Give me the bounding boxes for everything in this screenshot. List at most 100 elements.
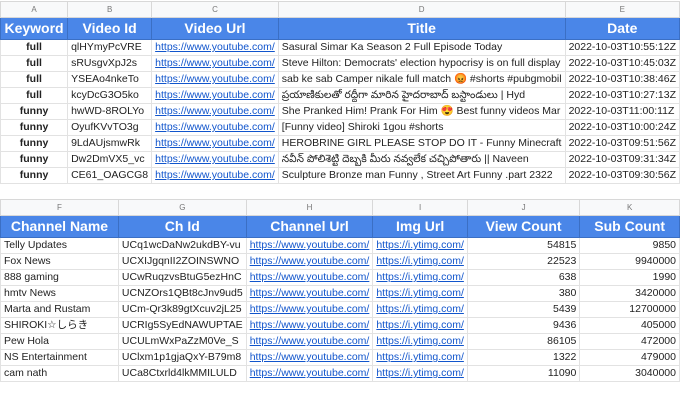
cell[interactable]: https://www.youtube.com/: [245, 365, 374, 382]
cell[interactable]: 888 gaming: [0, 269, 119, 286]
header-cell[interactable]: Keyword: [0, 17, 69, 40]
header-cell[interactable]: Video Id: [67, 17, 153, 40]
cell[interactable]: Steve Hilton: Democrats' election hypocr…: [277, 55, 566, 72]
cell[interactable]: Telly Updates: [0, 237, 119, 254]
cell[interactable]: https://www.youtube.com/: [151, 167, 279, 184]
cell[interactable]: funny: [0, 151, 69, 168]
cell[interactable]: https://www.youtube.com/: [245, 333, 374, 350]
cell[interactable]: Sculpture Bronze man Funny , Street Art …: [277, 167, 566, 184]
cell[interactable]: https://www.youtube.com/: [151, 151, 279, 168]
cell[interactable]: https://i.ytimg.com/: [372, 301, 468, 318]
cell[interactable]: https://www.youtube.com/: [151, 39, 279, 56]
cell[interactable]: 11090: [466, 365, 581, 382]
header-cell[interactable]: Img Url: [372, 215, 468, 238]
cell[interactable]: HEROBRINE GIRL PLEASE STOP DO IT - Funny…: [277, 135, 566, 152]
cell[interactable]: https://i.ytimg.com/: [372, 333, 468, 350]
header-cell[interactable]: View Count: [466, 215, 581, 238]
cell[interactable]: https://www.youtube.com/: [151, 55, 279, 72]
cell[interactable]: https://www.youtube.com/: [151, 87, 279, 104]
cell[interactable]: 86105: [466, 333, 581, 350]
cell[interactable]: 9436: [466, 317, 581, 334]
cell[interactable]: OyufKVvTO3g: [67, 119, 153, 136]
cell[interactable]: https://i.ytimg.com/: [372, 237, 468, 254]
cell[interactable]: YSEAo4nkeTo: [67, 71, 153, 88]
cell[interactable]: She Pranked Him! Prank For Him 😍 Best fu…: [277, 103, 566, 120]
cell[interactable]: NS Entertainment: [0, 349, 119, 366]
cell[interactable]: 1990: [579, 269, 680, 286]
cell[interactable]: https://www.youtube.com/: [245, 237, 374, 254]
cell[interactable]: https://i.ytimg.com/: [372, 269, 468, 286]
column-header-b[interactable]: B: [67, 1, 153, 18]
cell[interactable]: kcyDcG3O5ko: [67, 87, 153, 104]
cell[interactable]: funny: [0, 167, 69, 184]
cell[interactable]: sRUsgvXpJ2s: [67, 55, 153, 72]
cell[interactable]: UCq1wcDaNw2ukdBY-vu: [117, 237, 247, 254]
cell[interactable]: UCULmWxPaZzM0Ve_S: [117, 333, 247, 350]
cell[interactable]: 5439: [466, 301, 581, 318]
cell[interactable]: 9LdAUjsmwRk: [67, 135, 153, 152]
cell[interactable]: sab ke sab Camper nikale full match 😡 #s…: [277, 71, 566, 88]
cell[interactable]: funny: [0, 119, 69, 136]
cell[interactable]: Marta and Rustam: [0, 301, 119, 318]
column-header-g[interactable]: G: [117, 199, 247, 216]
cell[interactable]: full: [0, 55, 69, 72]
header-cell[interactable]: Ch Id: [117, 215, 247, 238]
cell[interactable]: UCXIJgqnII2ZOINSWNO: [117, 253, 247, 270]
cell[interactable]: https://i.ytimg.com/: [372, 349, 468, 366]
cell[interactable]: Sasural Simar Ka Season 2 Full Episode T…: [277, 39, 566, 56]
cell[interactable]: Pew Hola: [0, 333, 119, 350]
cell[interactable]: https://www.youtube.com/: [245, 253, 374, 270]
column-header-a[interactable]: A: [0, 1, 69, 18]
cell[interactable]: [Funny video] Shiroki 1gou #shorts: [277, 119, 566, 136]
cell[interactable]: 638: [466, 269, 581, 286]
cell[interactable]: cam nath: [0, 365, 119, 382]
cell[interactable]: https://www.youtube.com/: [245, 301, 374, 318]
cell[interactable]: https://www.youtube.com/: [151, 135, 279, 152]
cell[interactable]: 2022-10-03T09:51:56Z: [564, 135, 680, 152]
cell[interactable]: 9940000: [579, 253, 680, 270]
cell[interactable]: hmtv News: [0, 285, 119, 302]
cell[interactable]: 2022-10-03T09:30:56Z: [564, 167, 680, 184]
cell[interactable]: https://www.youtube.com/: [245, 269, 374, 286]
header-cell[interactable]: Title: [277, 17, 566, 40]
column-header-e[interactable]: E: [564, 1, 680, 18]
cell[interactable]: full: [0, 87, 69, 104]
cell[interactable]: 2022-10-03T09:31:34Z: [564, 151, 680, 168]
cell[interactable]: 2022-10-03T11:00:11Z: [564, 103, 680, 120]
cell[interactable]: full: [0, 71, 69, 88]
cell[interactable]: 405000: [579, 317, 680, 334]
cell[interactable]: 12700000: [579, 301, 680, 318]
header-cell[interactable]: Video Url: [151, 17, 279, 40]
cell[interactable]: https://i.ytimg.com/: [372, 365, 468, 382]
column-header-j[interactable]: J: [466, 199, 581, 216]
cell[interactable]: UClxm1p1gjaQxY-B79m8: [117, 349, 247, 366]
cell[interactable]: 2022-10-03T10:45:03Z: [564, 55, 680, 72]
cell[interactable]: 2022-10-03T10:55:12Z: [564, 39, 680, 56]
cell[interactable]: https://www.youtube.com/: [151, 103, 279, 120]
cell[interactable]: hwWD-8ROLYo: [67, 103, 153, 120]
cell[interactable]: 472000: [579, 333, 680, 350]
header-cell[interactable]: Channel Url: [245, 215, 374, 238]
cell[interactable]: 2022-10-03T10:00:24Z: [564, 119, 680, 136]
header-cell[interactable]: Sub Count: [579, 215, 680, 238]
header-cell[interactable]: Date: [564, 17, 680, 40]
cell[interactable]: 380: [466, 285, 581, 302]
column-header-h[interactable]: H: [245, 199, 374, 216]
cell[interactable]: UCNZOrs1QBt8cJnv9ud5: [117, 285, 247, 302]
cell[interactable]: https://i.ytimg.com/: [372, 285, 468, 302]
cell[interactable]: 9850: [579, 237, 680, 254]
column-header-i[interactable]: I: [372, 199, 468, 216]
cell[interactable]: 2022-10-03T10:27:13Z: [564, 87, 680, 104]
header-cell[interactable]: Channel Name: [0, 215, 119, 238]
column-header-c[interactable]: C: [151, 1, 279, 18]
cell[interactable]: UCa8Ctxrld4lkMMILULD: [117, 365, 247, 382]
cell[interactable]: 22523: [466, 253, 581, 270]
cell[interactable]: నవీన్ పోలిశెట్టి దెబ్బకి మీరు నవ్వలేక చచ…: [277, 151, 566, 168]
cell[interactable]: CE61_OAGCG8: [67, 167, 153, 184]
cell[interactable]: UCRIg5SyEdNAWUPTAE: [117, 317, 247, 334]
cell[interactable]: 2022-10-03T10:38:46Z: [564, 71, 680, 88]
cell[interactable]: https://www.youtube.com/: [151, 71, 279, 88]
cell[interactable]: 54815: [466, 237, 581, 254]
cell[interactable]: funny: [0, 103, 69, 120]
cell[interactable]: 479000: [579, 349, 680, 366]
